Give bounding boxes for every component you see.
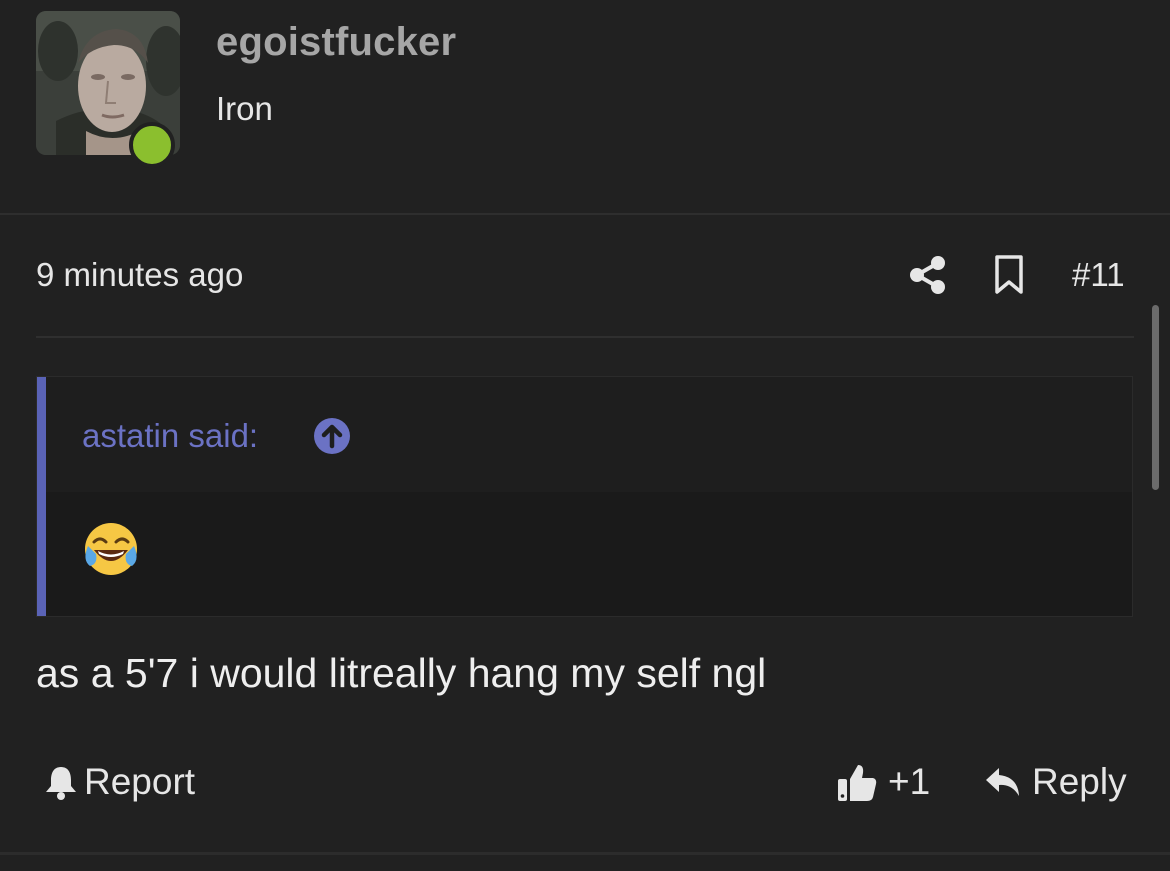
post-message-text: as a 5'7 i would litreally hang my self … xyxy=(36,650,767,696)
tears-of-joy-emoji-icon xyxy=(82,520,140,578)
bookmark-icon xyxy=(995,255,1023,294)
post-timestamp[interactable]: 9 minutes ago xyxy=(36,256,243,294)
quote-jump-button[interactable] xyxy=(313,417,351,455)
forum-post: egoistfucker Iron 9 minutes ago #11 asta… xyxy=(0,0,1170,871)
bookmark-button[interactable] xyxy=(992,254,1026,296)
report-label: Report xyxy=(84,761,196,802)
scrollbar[interactable] xyxy=(1152,305,1159,490)
thumbs-up-icon xyxy=(838,765,877,801)
quote-header: astatin said: xyxy=(46,377,1132,492)
footer-divider xyxy=(0,852,1170,855)
user-title: Iron xyxy=(216,90,273,127)
reply-label: Reply xyxy=(1032,761,1127,802)
like-count: +1 xyxy=(888,761,931,802)
post-number-link[interactable]: #11 xyxy=(1072,256,1125,294)
quote-author[interactable]: astatin said: xyxy=(82,417,258,455)
quote-content xyxy=(46,492,1132,616)
reply-arrow-icon xyxy=(986,768,1019,796)
meta-divider xyxy=(36,336,1134,338)
online-status-indicator xyxy=(129,122,175,168)
like-button[interactable]: +1 xyxy=(836,758,930,806)
quote-block: astatin said: xyxy=(36,376,1133,617)
quote-accent-bar xyxy=(37,377,46,616)
header-divider xyxy=(0,213,1170,215)
share-button[interactable] xyxy=(908,254,948,296)
reply-button[interactable]: Reply xyxy=(984,758,1127,806)
arrow-up-circle-icon xyxy=(314,418,350,454)
report-button[interactable]: Report xyxy=(44,758,195,806)
share-icon xyxy=(910,256,945,294)
bell-icon xyxy=(46,767,76,800)
username-link[interactable]: egoistfucker xyxy=(216,20,456,65)
post-user-header: egoistfucker Iron xyxy=(0,0,1170,214)
